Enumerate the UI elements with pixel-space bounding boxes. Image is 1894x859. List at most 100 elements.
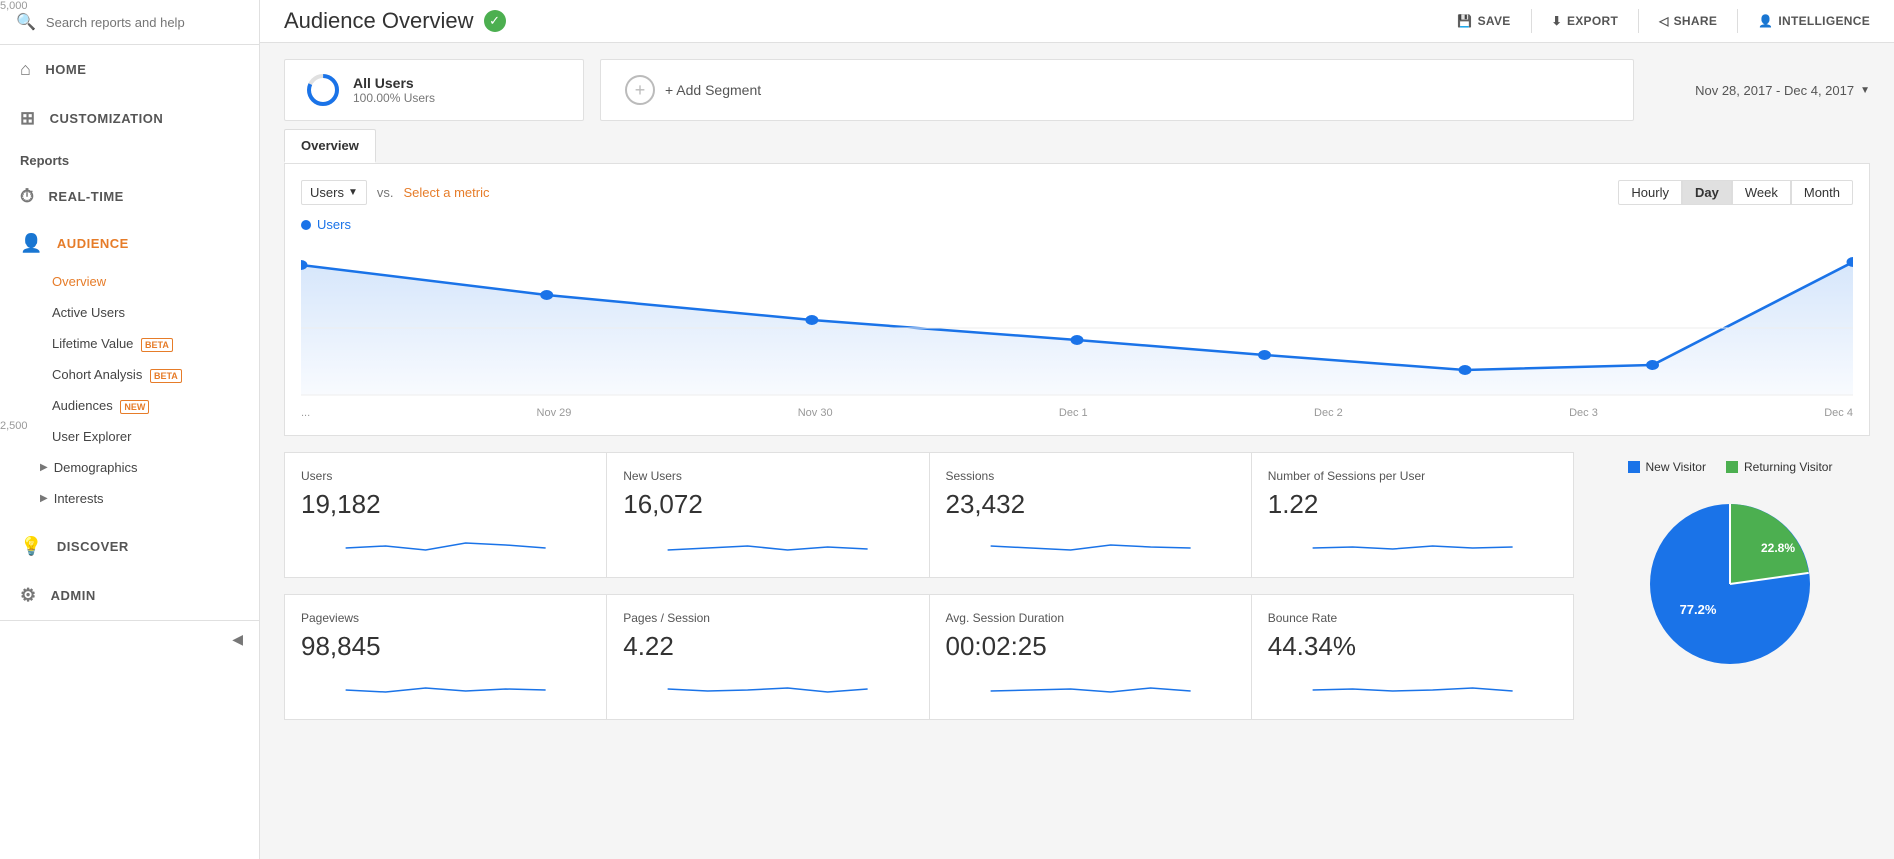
save-button[interactable]: 💾 SAVE <box>1457 14 1510 28</box>
verified-icon: ✓ <box>484 10 506 32</box>
sidebar-discover-label: DISCOVER <box>57 539 129 554</box>
time-btn-month[interactable]: Month <box>1791 180 1853 205</box>
stat-card-pages-per-session: Pages / Session 4.22 <box>606 594 928 720</box>
share-button[interactable]: ◁ SHARE <box>1659 14 1717 28</box>
content-area: All Users 100.00% Users + + Add Segment … <box>260 43 1894 859</box>
segment-name: All Users <box>353 75 435 91</box>
metric-selector[interactable]: Users ▼ <box>301 180 367 205</box>
segment-sub: 100.00% Users <box>353 91 435 105</box>
date-range-chevron: ▼ <box>1860 85 1870 96</box>
add-segment-icon: + <box>625 75 655 105</box>
date-range-selector[interactable]: Nov 28, 2017 - Dec 4, 2017 ▼ <box>1695 83 1870 98</box>
add-segment-button[interactable]: + + Add Segment <box>600 59 1634 121</box>
select-metric-link[interactable]: Select a metric <box>403 185 489 200</box>
sparkline-pageviews <box>301 670 590 700</box>
pie-label-green: 22.8% <box>1761 541 1795 555</box>
sidebar-sub-group-interests[interactable]: ▶ Interests <box>0 483 259 514</box>
sidebar-sub-item-lifetime-value[interactable]: Lifetime Value BETA <box>0 328 259 359</box>
stat-label-avg-session-duration: Avg. Session Duration <box>946 611 1235 625</box>
stat-card-sessions-per-user: Number of Sessions per User 1.22 <box>1251 452 1574 578</box>
all-users-segment[interactable]: All Users 100.00% Users <box>284 59 584 121</box>
sparkline-pps <box>623 670 912 700</box>
time-buttons: Hourly Day Week Month <box>1618 180 1853 205</box>
metric-label: Users <box>310 185 344 200</box>
sidebar-customization-label: CUSTOMIZATION <box>50 111 164 126</box>
search-input[interactable] <box>46 15 243 30</box>
returning-visitor-label: Returning Visitor <box>1744 460 1833 474</box>
sidebar-collapse-button[interactable]: ◀ <box>0 620 259 658</box>
audiences-badge: NEW <box>120 400 149 414</box>
sparkline-new-users <box>623 528 912 558</box>
sidebar-sub-item-audiences[interactable]: Audiences NEW <box>0 390 259 421</box>
x-label-1: Nov 29 <box>537 407 572 419</box>
stats-and-pie: Users 19,182 New Users 16,072 <box>284 452 1870 736</box>
pie-chart-section: New Visitor Returning Visitor <box>1590 452 1870 736</box>
stat-label-users: Users <box>301 469 590 483</box>
sparkline-spu <box>1268 528 1557 558</box>
new-visitor-label: New Visitor <box>1646 460 1706 474</box>
stat-card-pageviews: Pageviews 98,845 <box>284 594 606 720</box>
export-button[interactable]: ⬇ EXPORT <box>1552 14 1619 28</box>
sidebar-item-realtime[interactable]: ⏱ REAL-TIME <box>0 172 259 221</box>
intelligence-icon: 👤 <box>1758 14 1773 28</box>
sidebar-item-audience[interactable]: 👤 AUDIENCE <box>0 221 259 266</box>
sidebar-item-customization[interactable]: ⊞ CUSTOMIZATION <box>0 94 259 143</box>
stats-section: Users 19,182 New Users 16,072 <box>284 452 1574 736</box>
sidebar-sub-group-demographics[interactable]: ▶ Demographics <box>0 452 259 483</box>
page-title: Audience Overview <box>284 8 474 34</box>
export-icon: ⬇ <box>1552 14 1562 28</box>
stat-value-bounce-rate: 44.34% <box>1268 631 1557 662</box>
sidebar-realtime-label: REAL-TIME <box>49 189 124 204</box>
overview-tabs: Overview <box>284 129 1870 163</box>
vs-label: vs. <box>377 185 394 200</box>
collapse-icon: ◀ <box>232 631 243 648</box>
sidebar-sub-item-cohort-analysis[interactable]: Cohort Analysis BETA <box>0 359 259 390</box>
returning-visitor-color-dot <box>1726 461 1738 473</box>
top-bar: Audience Overview ✓ 💾 SAVE ⬇ EXPORT ◁ SH… <box>260 0 1894 43</box>
intelligence-button[interactable]: 👤 INTELLIGENCE <box>1758 14 1870 28</box>
sidebar-audience-label: AUDIENCE <box>57 236 129 251</box>
sidebar-item-discover[interactable]: 💡 DISCOVER <box>0 522 259 571</box>
sidebar-admin-label: ADMIN <box>51 588 96 603</box>
legend-dot <box>301 220 311 230</box>
stat-value-pages-per-session: 4.22 <box>623 631 912 662</box>
time-btn-week[interactable]: Week <box>1732 180 1791 205</box>
legend-label: Users <box>317 217 351 232</box>
sidebar-item-admin[interactable]: ⚙ ADMIN <box>0 571 259 620</box>
stat-card-avg-session-duration: Avg. Session Duration 00:02:25 <box>929 594 1251 720</box>
x-label-5: Dec 3 <box>1569 407 1598 419</box>
stats-row-2: Pageviews 98,845 Pages / Session 4.22 <box>284 594 1574 720</box>
stat-label-pages-per-session: Pages / Session <box>623 611 912 625</box>
sidebar-item-home[interactable]: ⌂ HOME <box>0 45 259 94</box>
chevron-right-icon: ▶ <box>40 462 48 473</box>
chart-svg-area: ... Nov 29 Nov 30 Dec 1 Dec 2 Dec 3 Dec … <box>301 240 1853 419</box>
sidebar-search[interactable]: 🔍 <box>0 0 259 45</box>
sparkline-asd <box>946 670 1235 700</box>
stat-label-pageviews: Pageviews <box>301 611 590 625</box>
sidebar-home-label: HOME <box>45 62 86 77</box>
sidebar-sub-item-active-users[interactable]: Active Users <box>0 297 259 328</box>
x-label-0: ... <box>301 407 310 419</box>
tab-overview[interactable]: Overview <box>284 129 376 163</box>
x-label-4: Dec 2 <box>1314 407 1343 419</box>
time-btn-hourly[interactable]: Hourly <box>1618 180 1682 205</box>
stat-value-avg-session-duration: 00:02:25 <box>946 631 1235 662</box>
share-icon: ◁ <box>1659 14 1669 28</box>
segment-circle-icon <box>305 72 341 108</box>
pie-label-blue: 77.2% <box>1680 602 1717 617</box>
top-bar-left: Audience Overview ✓ <box>284 8 506 34</box>
top-bar-actions: 💾 SAVE ⬇ EXPORT ◁ SHARE 👤 INTELLIGENCE <box>1457 9 1870 33</box>
sidebar-sub-item-overview[interactable]: Overview <box>0 266 259 297</box>
save-icon: 💾 <box>1457 14 1472 28</box>
sparkline-users <box>301 528 590 558</box>
stat-value-new-users: 16,072 <box>623 489 912 520</box>
main-content: Audience Overview ✓ 💾 SAVE ⬇ EXPORT ◁ SH… <box>260 0 1894 859</box>
divider-2 <box>1638 9 1639 33</box>
metric-chevron-icon: ▼ <box>348 187 358 198</box>
sidebar-sub-item-user-explorer[interactable]: User Explorer <box>0 421 259 452</box>
x-label-6: Dec 4 <box>1824 407 1853 419</box>
pie-legend-returning-visitor: Returning Visitor <box>1726 460 1833 474</box>
stats-row-1: Users 19,182 New Users 16,072 <box>284 452 1574 578</box>
new-visitor-color-dot <box>1628 461 1640 473</box>
time-btn-day[interactable]: Day <box>1682 180 1732 205</box>
